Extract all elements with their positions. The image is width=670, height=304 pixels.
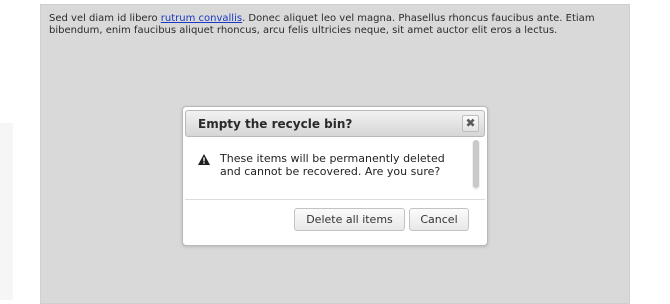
dialog-title: Empty the recycle bin? (198, 117, 353, 131)
left-edge-strip (0, 123, 13, 300)
dialog-message: These items will be permanently deleted … (220, 152, 445, 178)
paragraph-text-start: Sed vel diam id libero (49, 13, 161, 24)
dialog-scrollbar[interactable] (472, 140, 480, 190)
scrollbar-thumb[interactable] (473, 140, 479, 188)
cancel-button[interactable]: Cancel (409, 208, 469, 231)
dialog-titlebar[interactable]: Empty the recycle bin? ✖ (185, 110, 485, 137)
delete-all-button[interactable]: Delete all items (294, 208, 405, 231)
close-button[interactable]: ✖ (462, 115, 479, 132)
close-icon: ✖ (465, 116, 476, 130)
button-separator (185, 199, 485, 200)
paragraph: Sed vel diam id libero rutrum convallis.… (49, 13, 625, 37)
inline-link[interactable]: rutrum convallis (161, 13, 242, 24)
confirm-dialog: Empty the recycle bin? ✖ These items wil… (182, 106, 488, 246)
warning-triangle-icon (198, 154, 210, 165)
